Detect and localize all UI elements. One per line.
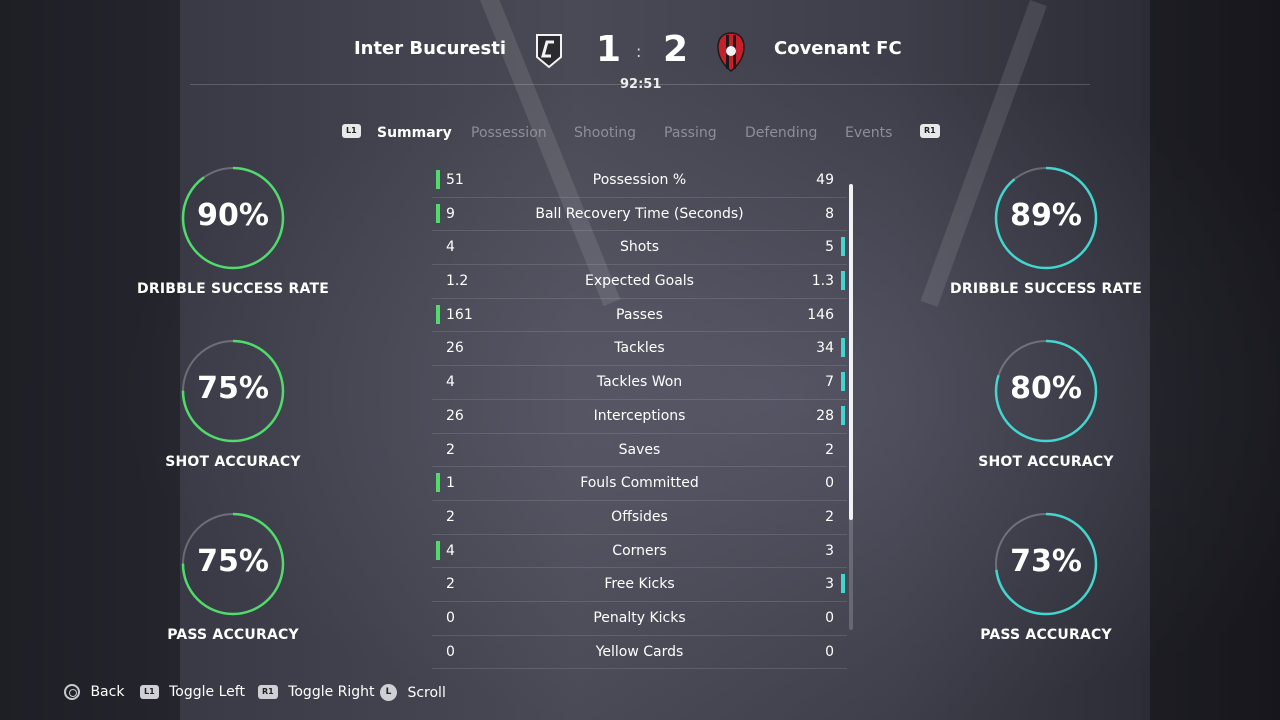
away-stat-value: 34 xyxy=(816,340,834,357)
away-team-name: Covenant FC xyxy=(774,38,902,59)
stat-row: 26 Tackles 34 xyxy=(432,332,847,367)
away-stat-value: 0 xyxy=(825,643,834,660)
home-ring-value: 90% xyxy=(197,198,269,233)
home-ring-value: 75% xyxy=(197,371,269,406)
stat-name: Corners xyxy=(612,542,667,559)
home-team-name: Inter Bucuresti xyxy=(353,38,506,59)
away-stat-ring: 73% PASS ACCURACY xyxy=(946,511,1146,643)
away-stat-value: 2 xyxy=(825,441,834,458)
away-stat-value: 28 xyxy=(816,407,834,424)
stat-row: 4 Tackles Won 7 xyxy=(432,366,847,400)
stat-row: 2 Saves 2 xyxy=(432,434,847,468)
home-score: 1 xyxy=(596,29,622,70)
stat-row: 161 Passes 146 xyxy=(432,299,847,333)
home-ring-label: PASS ACCURACY xyxy=(167,627,299,643)
away-ring-value: 80% xyxy=(1010,371,1082,406)
away-ring-label: PASS ACCURACY xyxy=(980,627,1112,643)
home-ring-label: DRIBBLE SUCCESS RATE xyxy=(137,281,329,297)
stats-table: 51 Possession % 49 9 Ball Recovery Time (Sec… xyxy=(432,164,847,670)
away-stat-value: 8 xyxy=(825,205,834,222)
stat-name: Offsides xyxy=(611,508,668,525)
away-stat-value: 2 xyxy=(825,508,834,525)
tab-possession[interactable]: Possession xyxy=(471,125,547,141)
home-ring-value: 75% xyxy=(197,544,269,579)
away-stat-value: 7 xyxy=(825,374,834,391)
stat-name: Possession % xyxy=(592,172,687,188)
toggle-left-label: Toggle Left xyxy=(169,684,245,700)
background-dark-panel-right xyxy=(1150,0,1280,720)
match-clock: 92:51 xyxy=(620,77,662,92)
home-stat-ring: 75% SHOT ACCURACY xyxy=(133,338,333,470)
stat-row: 0 Penalty Kicks 0 xyxy=(432,602,847,636)
back-control[interactable]: Back xyxy=(64,684,124,700)
stat-row: 2 Offsides 2 xyxy=(432,501,847,535)
away-stat-value: 49 xyxy=(816,172,834,188)
stat-name: Expected Goals xyxy=(585,273,694,290)
stat-name: Tackles Won xyxy=(596,374,683,391)
stat-name: Penalty Kicks xyxy=(593,609,686,626)
stat-row: 51 Possession % 49 xyxy=(432,164,847,198)
away-stat-value: 146 xyxy=(807,306,834,323)
l1-button-icon: L1 xyxy=(140,685,159,699)
tab-events[interactable]: Events xyxy=(845,125,892,141)
away-score: 2 xyxy=(663,29,689,70)
r1-button-icon[interactable]: R1 xyxy=(920,124,940,138)
toggle-right-label: Toggle Right xyxy=(288,684,375,700)
toggle-right-control[interactable]: R1 Toggle Right xyxy=(258,684,375,700)
tab-summary[interactable]: Summary xyxy=(377,125,452,141)
away-ring-label: DRIBBLE SUCCESS RATE xyxy=(950,281,1142,297)
away-team-crest-icon xyxy=(717,32,745,72)
away-stat-value: 3 xyxy=(825,542,834,559)
tab-defending[interactable]: Defending xyxy=(745,125,817,141)
scroll-label: Scroll xyxy=(407,684,446,701)
stat-name: Shots xyxy=(619,239,660,256)
l1-button-icon[interactable]: L1 xyxy=(342,124,361,138)
home-stat-ring: 75% PASS ACCURACY xyxy=(133,511,333,643)
stat-row: 4 Shots 5 xyxy=(432,231,847,266)
stat-name: Yellow Cards xyxy=(595,643,684,660)
left-stick-icon: L xyxy=(380,684,397,701)
stat-name: Free Kicks xyxy=(604,576,675,593)
home-team-crest-icon xyxy=(536,34,562,69)
stat-name: Passes xyxy=(616,306,663,323)
stats-scrollbar[interactable] xyxy=(849,184,853,630)
away-ring-label: SHOT ACCURACY xyxy=(978,454,1114,470)
away-stat-ring: 80% SHOT ACCURACY xyxy=(946,338,1146,470)
away-stat-value: 3 xyxy=(825,576,834,593)
away-stat-value: 5 xyxy=(825,239,834,256)
stat-row: 1 Fouls Committed 0 xyxy=(432,467,847,501)
away-stat-value: 1.3 xyxy=(811,273,834,290)
tab-shooting[interactable]: Shooting xyxy=(574,125,636,141)
away-stat-value: 0 xyxy=(825,609,834,626)
away-ring-value: 73% xyxy=(1010,544,1082,579)
scroll-control[interactable]: L Scroll xyxy=(380,684,446,701)
stat-row: 9 Ball Recovery Time (Seconds) 8 xyxy=(432,198,847,232)
stat-row: 26 Interceptions 28 xyxy=(432,400,847,434)
stat-row: 1.2 Expected Goals 1.3 xyxy=(432,265,847,299)
stat-name: Ball Recovery Time (Seconds) xyxy=(535,205,744,222)
stat-row: 2 Free Kicks 3 xyxy=(432,568,847,602)
away-ring-value: 89% xyxy=(1010,198,1082,233)
home-stat-ring: 90% DRIBBLE SUCCESS RATE xyxy=(133,165,333,297)
stat-name: Tackles xyxy=(614,340,665,357)
stat-row: 0 Yellow Cards 0 xyxy=(432,636,847,670)
home-ring-label: SHOT ACCURACY xyxy=(165,454,301,470)
stats-scrollbar-thumb[interactable] xyxy=(849,184,853,520)
stat-name: Saves xyxy=(618,441,661,458)
back-label: Back xyxy=(90,684,125,700)
score-separator: : xyxy=(636,42,642,61)
tab-passing[interactable]: Passing xyxy=(664,125,717,141)
r1-button-icon: R1 xyxy=(258,685,278,699)
away-stat-ring: 89% DRIBBLE SUCCESS RATE xyxy=(946,165,1146,297)
stat-name: Fouls Committed xyxy=(580,475,699,492)
stat-row: 4 Corners 3 xyxy=(432,535,847,569)
toggle-left-control[interactable]: L1 Toggle Left xyxy=(140,684,245,700)
stat-name: Interceptions xyxy=(593,407,686,424)
away-stat-value: 0 xyxy=(825,475,834,492)
circle-button-icon xyxy=(64,684,80,700)
